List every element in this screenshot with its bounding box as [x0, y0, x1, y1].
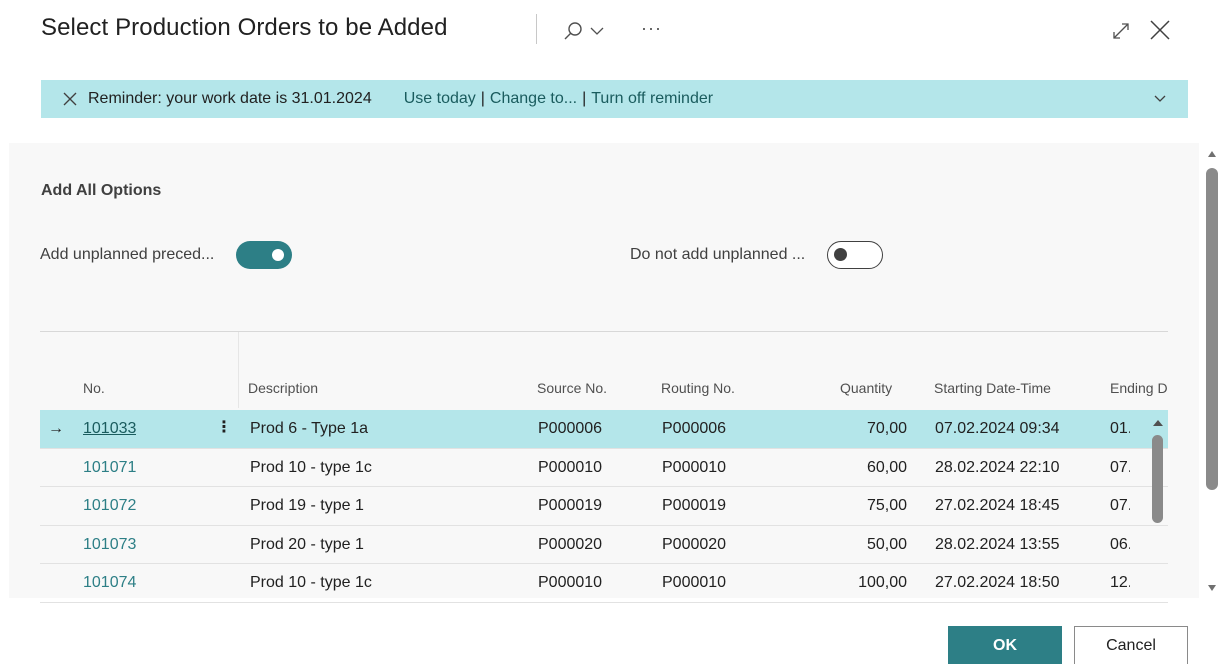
table-row[interactable]: 101074 Prod 10 - type 1c P000010 P000010… [40, 564, 1168, 603]
order-no-link[interactable]: 101071 [83, 459, 136, 477]
order-no-link[interactable]: 101074 [83, 574, 136, 592]
cell-quantity: 70,00 [866, 420, 907, 437]
dialog-scrollbar-thumb[interactable] [1206, 168, 1218, 490]
cell-quantity: 100,00 [858, 574, 907, 591]
cell-routing-no: P000020 [662, 535, 727, 553]
chevron-down-icon[interactable] [1154, 94, 1166, 104]
more-options-button[interactable]: ··· [641, 18, 662, 39]
cell-ending-date-time: 12.0 [1110, 574, 1130, 591]
cell-description: Prod 10 - type 1c [250, 574, 372, 591]
toggle-knob [834, 248, 848, 261]
cell-routing-no: P000010 [662, 574, 727, 591]
do-not-add-label: Do not add unplanned ... [630, 246, 806, 263]
order-no-link[interactable]: 101072 [83, 497, 136, 515]
cell-source-no: P000010 [538, 458, 603, 476]
table-header: No. Description Source No. Routing No. Q… [40, 368, 1168, 410]
cell-source-no: P000019 [538, 497, 603, 514]
cell-starting-date-time: 27.02.2024 18:50 [935, 574, 1060, 591]
cell-description: Prod 19 - type 1 [250, 497, 364, 514]
scroll-down-icon[interactable] [1207, 584, 1217, 592]
cell-ending-date-time: 07.0 [1110, 497, 1130, 514]
scroll-up-icon[interactable] [1207, 150, 1217, 158]
column-header-source-no[interactable]: Source No. [537, 380, 607, 396]
cell-ending-date-time: 01.0 [1110, 420, 1130, 437]
cell-source-no: P000010 [538, 574, 603, 591]
do-not-add-toggle[interactable] [827, 241, 884, 269]
divider [40, 331, 1168, 332]
cell-starting-date-time: 27.02.2024 18:45 [935, 497, 1060, 514]
add-unplanned-label: Add unplanned preced... [40, 246, 215, 263]
column-header-quantity[interactable]: Quantity [840, 380, 892, 396]
cell-quantity: 50,00 [866, 535, 907, 553]
change-to-link[interactable]: Change to... [490, 90, 577, 108]
section-title: Add All Options [41, 182, 162, 199]
title-divider [536, 14, 537, 44]
cell-routing-no: P000010 [662, 458, 727, 476]
cell-quantity: 75,00 [866, 497, 907, 514]
content-panel: Add All Options Add unplanned preced... … [9, 143, 1199, 603]
column-header-routing-no[interactable]: Routing No. [661, 380, 735, 396]
search-icon[interactable] [562, 20, 584, 42]
add-unplanned-option: Add unplanned preced... [40, 241, 293, 269]
ok-button[interactable]: OK [948, 626, 1062, 664]
dialog: Select Production Orders to be Added ···… [0, 0, 1226, 664]
cancel-button[interactable]: Cancel [1074, 626, 1188, 664]
expand-icon[interactable] [1112, 22, 1130, 40]
column-header-starting-date-time[interactable]: Starting Date-Time [934, 380, 1051, 396]
cell-description: Prod 20 - type 1 [250, 535, 364, 553]
row-indicator-arrow-icon: → [48, 420, 64, 437]
cell-routing-no: P000006 [662, 420, 727, 437]
chevron-down-icon[interactable] [590, 26, 604, 36]
table-row[interactable]: → 101033 ⋮ Prod 6 - Type 1a P000006 P000… [40, 410, 1168, 449]
column-header-no[interactable]: No. [83, 380, 105, 396]
cell-quantity: 60,00 [866, 458, 907, 476]
reminder-actions: Use today | Change to... | Turn off remi… [404, 90, 713, 108]
order-no-link[interactable]: 101033 [83, 420, 136, 438]
cell-description: Prod 6 - Type 1a [250, 420, 368, 437]
table-row[interactable]: 101071 Prod 10 - type 1c P000010 P000010… [40, 449, 1168, 487]
row-actions-icon[interactable]: ⋮ [216, 417, 226, 437]
close-icon[interactable] [1148, 18, 1172, 42]
cell-ending-date-time: 07.0 [1110, 458, 1130, 476]
column-header-description[interactable]: Description [248, 380, 318, 396]
dismiss-reminder-icon[interactable] [63, 92, 77, 106]
reminder-text: Reminder: your work date is 31.01.2024 [88, 90, 372, 107]
cell-routing-no: P000019 [662, 497, 727, 514]
page-title: Select Production Orders to be Added [41, 14, 448, 41]
cell-starting-date-time: 28.02.2024 22:10 [935, 458, 1060, 476]
turn-off-reminder-link[interactable]: Turn off reminder [591, 90, 713, 108]
cell-description: Prod 10 - type 1c [250, 458, 372, 476]
separator: | [480, 90, 485, 107]
table-row[interactable]: 101073 Prod 20 - type 1 P000020 P000020 … [40, 526, 1168, 564]
table-scrollbar-thumb[interactable] [1152, 435, 1163, 523]
toggle-knob [272, 249, 285, 261]
cell-ending-date-time: 06.0 [1110, 535, 1130, 553]
cell-source-no: P000020 [538, 535, 603, 553]
separator: | [582, 90, 587, 107]
table-row[interactable]: 101072 Prod 19 - type 1 P000019 P000019 … [40, 487, 1168, 526]
do-not-add-option: Do not add unplanned ... [630, 241, 884, 269]
cell-starting-date-time: 07.02.2024 09:34 [935, 420, 1060, 437]
order-no-link[interactable]: 101073 [83, 536, 136, 554]
column-header-ending-date-time[interactable]: Ending D [1110, 380, 1168, 396]
orders-table: No. Description Source No. Routing No. Q… [40, 368, 1168, 603]
add-unplanned-toggle[interactable] [236, 241, 293, 269]
reminder-bar: Reminder: your work date is 31.01.2024 U… [41, 80, 1188, 118]
cell-starting-date-time: 28.02.2024 13:55 [935, 535, 1060, 553]
cell-source-no: P000006 [538, 420, 603, 437]
scroll-up-icon[interactable] [1152, 419, 1164, 427]
use-today-link[interactable]: Use today [404, 90, 476, 108]
